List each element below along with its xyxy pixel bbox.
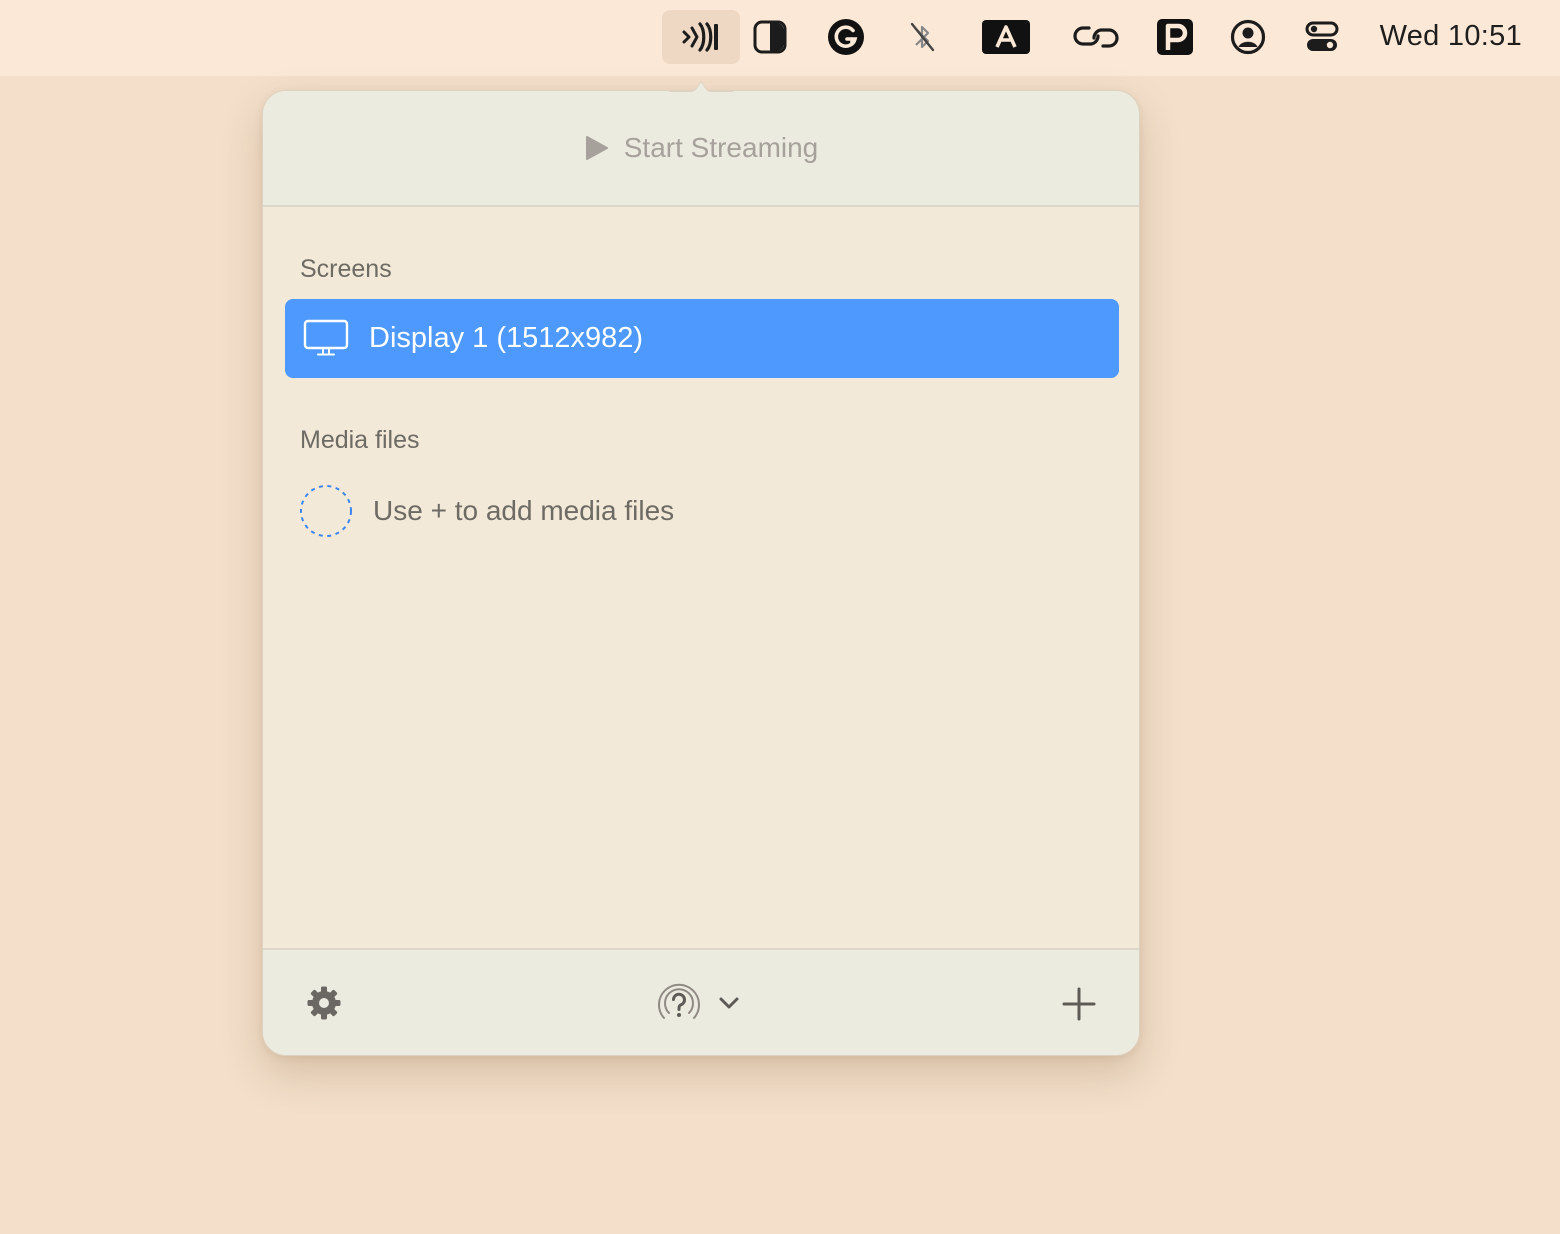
start-streaming-button[interactable]: Start Streaming xyxy=(584,132,819,164)
popover-footer xyxy=(263,948,1139,1055)
gear-icon xyxy=(307,986,341,1020)
grammarly-icon xyxy=(828,19,864,55)
streaming-popover: Start Streaming Screens Display 1 (1512x… xyxy=(262,90,1140,1056)
input-source-menu-icon[interactable] xyxy=(980,10,1032,64)
monitor-icon xyxy=(303,319,349,355)
streaming-app-menu-icon[interactable] xyxy=(662,10,740,64)
plus-icon xyxy=(1062,987,1096,1021)
start-streaming-label: Start Streaming xyxy=(623,132,819,163)
menu-bar-clock[interactable]: Wed 10:51 xyxy=(1380,0,1522,72)
popover-header: Start Streaming xyxy=(263,91,1139,207)
user-account-menu-icon[interactable] xyxy=(1226,10,1270,64)
add-media-button[interactable] xyxy=(1059,984,1099,1024)
bluetooth-menu-icon[interactable] xyxy=(902,10,942,64)
airplay-question-icon xyxy=(658,983,700,1019)
p-app-icon xyxy=(1157,19,1193,55)
control-center-menu-icon[interactable] xyxy=(1300,10,1344,64)
dashed-circle-icon xyxy=(300,485,352,537)
output-device-picker[interactable] xyxy=(649,976,745,1030)
control-center-icon xyxy=(1305,21,1339,51)
media-files-section-label: Media files xyxy=(300,426,420,454)
screens-section-label: Screens xyxy=(300,255,392,283)
chevron-down-icon xyxy=(719,997,739,1009)
link-icon xyxy=(1073,26,1119,48)
p-app-menu-icon[interactable] xyxy=(1154,10,1196,64)
screen-item-label: Display 1 (1512x982) xyxy=(369,322,644,354)
media-files-empty-text: Use + to add media files xyxy=(373,495,675,526)
grammarly-menu-icon[interactable] xyxy=(824,10,868,64)
bluetooth-off-icon xyxy=(910,22,935,52)
popover-arrow xyxy=(669,80,733,92)
menu-bar: Wed 10:51 xyxy=(0,0,1560,76)
input-source-icon xyxy=(982,20,1030,54)
media-files-empty-state: Use + to add media files xyxy=(299,483,674,539)
play-icon xyxy=(585,136,608,160)
screen-item-display-1[interactable]: Display 1 (1512x982) xyxy=(285,299,1119,378)
contrast-menu-icon[interactable] xyxy=(748,10,792,64)
settings-button[interactable] xyxy=(303,982,345,1024)
link-menu-icon[interactable] xyxy=(1070,10,1122,64)
streaming-app-icon xyxy=(682,22,718,52)
contrast-icon xyxy=(753,20,787,54)
user-account-icon xyxy=(1230,19,1266,55)
